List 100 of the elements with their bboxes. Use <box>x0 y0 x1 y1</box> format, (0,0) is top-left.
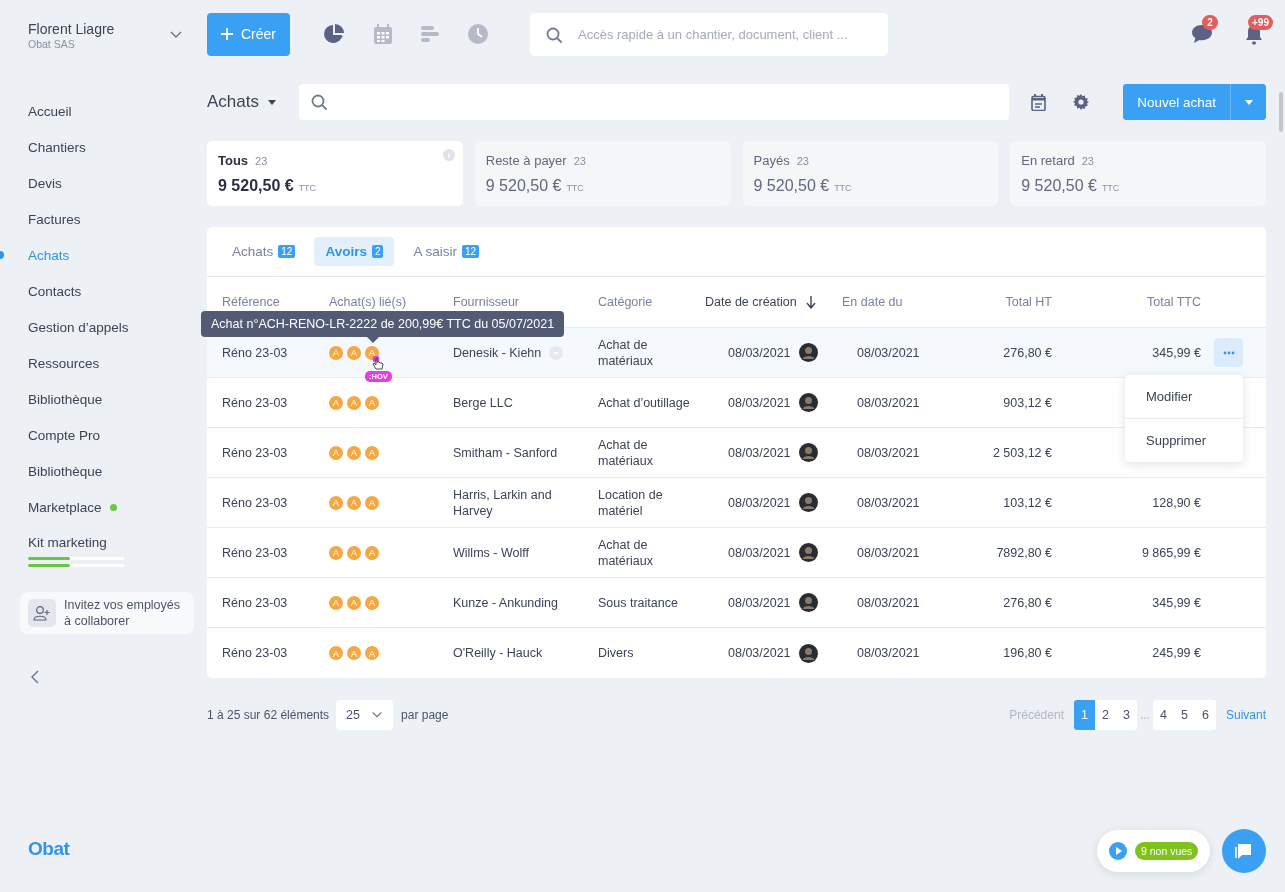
sidebar-item[interactable]: Bibliothèque <box>0 391 207 407</box>
column-header[interactable]: Fournisseur <box>453 295 519 309</box>
table-cell-text: Réno 23-03 <box>222 445 289 460</box>
sidebar-item[interactable]: Factures <box>0 211 207 227</box>
table-cell: Denesik - Kiehn <box>453 344 542 361</box>
table-cell-text: 08/03/2021 <box>856 345 921 360</box>
page-button[interactable]: 2 <box>1094 700 1116 730</box>
column-header[interactable]: Catégorie <box>598 295 653 309</box>
page-button[interactable]: 6 <box>1194 700 1216 730</box>
column-header[interactable]: Achat(s) lié(s) <box>329 295 407 309</box>
table-cell: 128,90 € <box>1152 495 1201 510</box>
sidebar-item[interactable]: Marketplace <box>0 499 207 515</box>
table-cell-text: Réno 23-03 <box>222 595 289 610</box>
clock-icon <box>468 24 488 44</box>
summary-card[interactable]: En retard 23 9 520,50 € TTC <box>1010 141 1266 206</box>
table-cell: 08/03/2021 <box>728 345 791 360</box>
tab[interactable]: A saisir 12 <box>402 237 491 266</box>
card-label: Payés <box>753 153 790 168</box>
tab[interactable]: Avoirs 2 <box>314 237 395 266</box>
sidebar-item[interactable]: Achats <box>0 247 207 263</box>
dropdown-icon <box>549 345 564 360</box>
table-cell-text: Achat d’outillage <box>598 394 691 411</box>
calendar-icon <box>374 24 392 44</box>
table-cell-text: Réno 23-03 <box>222 395 289 410</box>
search-field[interactable]: Accès rapide à un chantier, document, client ... <box>530 12 888 56</box>
pie-chart-icon <box>323 23 345 45</box>
more-button[interactable] <box>1214 338 1243 367</box>
sidebar-item[interactable]: Devis <box>0 175 207 191</box>
table-cell: 103,12 € <box>1003 495 1052 510</box>
tab[interactable]: Achats 12 <box>221 237 307 266</box>
page-size-select[interactable]: 25 <box>336 700 394 730</box>
table-cell-text: 08/03/2021 <box>856 646 921 660</box>
menu-item[interactable]: Modifier <box>1125 375 1243 418</box>
sort-arrow-icon <box>805 295 816 309</box>
sidebar-item[interactable]: Contacts <box>0 283 207 299</box>
table-cell: 08/03/2021 <box>728 395 791 410</box>
sidebar-item[interactable]: Ressources <box>0 355 207 371</box>
sidebar-item[interactable]: Accueil <box>0 103 207 119</box>
tooltip: Achat n°ACH-RENO-LR-2222 de 200,99€ TTC du 05/07/2021 <box>201 311 565 337</box>
table-cell-text: Location de matériel <box>598 486 664 519</box>
table-cell: Willms - Wolff <box>453 544 529 561</box>
currency-unit: TTC <box>834 183 852 193</box>
next-link[interactable]: Suivant <box>1225 708 1266 722</box>
pagination-ellipsis: ... <box>1138 708 1151 722</box>
currency-unit: TTC <box>1101 183 1120 193</box>
column-header[interactable]: Référence <box>222 295 280 309</box>
message-count-badge: 2 <box>1202 15 1218 30</box>
page-button[interactable]: 1 <box>1073 700 1095 730</box>
table-cell-text: 08/03/2021 <box>856 395 921 410</box>
add-user-icon <box>33 605 51 621</box>
sidebar-item[interactable]: Kit marketing <box>0 535 207 550</box>
table-cell-text: 08/03/2021 <box>856 445 921 460</box>
table-cell: 7892,80 € <box>996 545 1052 560</box>
table-cell-text: 08/03/2021 <box>856 545 921 560</box>
avatar-icon <box>798 393 818 412</box>
summary-card[interactable]: Tous 23 9 520,50 € TTC <box>207 141 463 206</box>
create-button[interactable]: Créer <box>207 12 290 56</box>
page-title-dropdown[interactable]: Achats <box>207 92 277 112</box>
sidebar-item[interactable]: Chantiers <box>0 139 207 155</box>
page-button[interactable]: 3 <box>1115 700 1137 730</box>
currency-unit: TTC <box>298 183 317 193</box>
table-cell-text: Réno 23-03 <box>222 345 289 360</box>
video-widget[interactable]: 9 non vues <box>1097 830 1211 872</box>
avatar-icon <box>798 593 818 612</box>
card-label: Reste à payer <box>485 153 567 168</box>
page-size-label: par page <box>401 708 449 722</box>
search-field[interactable] <box>299 84 1009 120</box>
chat-button[interactable] <box>1222 829 1267 873</box>
hand-cursor-icon <box>372 356 384 370</box>
invite-card[interactable]: Invitez vos employés à collaborer <box>20 592 194 634</box>
column-header[interactable]: Total TTC <box>1147 295 1201 309</box>
card-label: Tous <box>218 153 249 168</box>
info-icon <box>442 149 455 161</box>
caret-down-icon <box>1243 97 1254 107</box>
menu-item[interactable]: Supprimer <box>1125 418 1243 462</box>
table-cell: 08/03/2021 <box>728 445 791 460</box>
column-header[interactable]: En date du <box>842 295 903 309</box>
table-cell: Berge LLC <box>453 394 513 411</box>
column-header[interactable]: Date de création <box>705 295 797 309</box>
page-button[interactable]: 4 <box>1152 700 1174 730</box>
table-cell-text: Achat de matériaux <box>598 336 654 369</box>
sidebar-item[interactable]: Compte Pro <box>0 427 207 443</box>
invite-text: Invitez vos employés à collaborer <box>64 597 182 629</box>
table-cell-text: Achat de matériaux <box>598 436 654 469</box>
table-cell-text: Réno 23-03 <box>222 545 289 560</box>
table-cell: 08/03/2021 <box>728 595 791 610</box>
notification-count-badge: +99 <box>1248 14 1273 30</box>
card-count: 23 <box>573 155 586 167</box>
table-cell-text: Harris, Larkin and Harvey <box>453 486 553 519</box>
column-header[interactable]: Total HT <box>1005 295 1052 309</box>
table-cell-text: Réno 23-03 <box>222 495 289 510</box>
summary-card[interactable]: Reste à payer 23 9 520,50 € TTC <box>474 141 731 206</box>
card-amount: 9 520,50 € <box>218 177 294 195</box>
table-cell-text: Réno 23-03 <box>222 646 289 660</box>
page-button[interactable]: 5 <box>1173 700 1195 730</box>
dropdown-button[interactable] <box>1230 84 1266 120</box>
currency-unit: TTC <box>566 183 584 193</box>
sidebar-item[interactable]: Bibliothèque <box>0 463 207 479</box>
card-count: 23 <box>1081 155 1094 167</box>
summary-card[interactable]: Payés 23 9 520,50 € TTC <box>742 141 999 206</box>
